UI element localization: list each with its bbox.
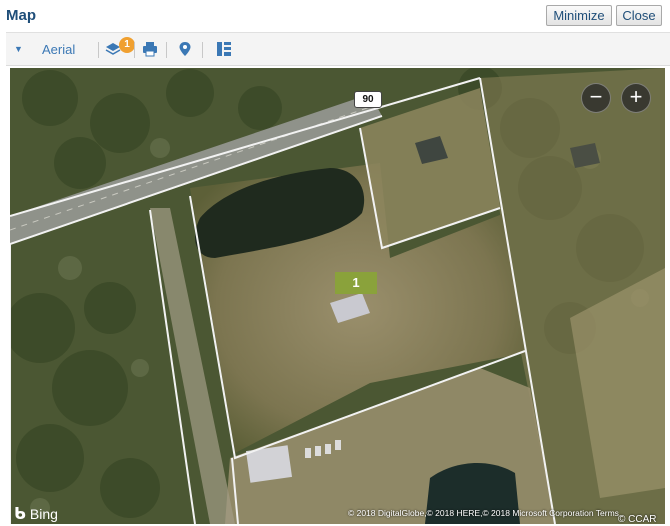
- route-shield: 90: [354, 91, 382, 108]
- list-view-icon: [217, 42, 231, 56]
- map-pin-icon: [179, 42, 191, 56]
- bing-logo: ᑲ Bing: [14, 504, 58, 524]
- toolbar-divider: [202, 42, 203, 58]
- zoom-out-button[interactable]: −: [581, 83, 611, 113]
- toolbar-divider: [98, 42, 99, 58]
- list-view-button[interactable]: [216, 33, 232, 65]
- minimize-button[interactable]: Minimize: [546, 5, 612, 26]
- map-copyright[interactable]: © 2018 DigitalGlobe,© 2018 HERE,© 2018 M…: [348, 508, 619, 518]
- print-button[interactable]: [142, 33, 158, 65]
- close-button[interactable]: Close: [616, 5, 662, 26]
- window-title: Map: [6, 7, 36, 24]
- zoom-in-button[interactable]: +: [621, 83, 651, 113]
- aerial-map[interactable]: 90 1 − + ᑲ Bing © 2018 DigitalGlobe,© 20…: [10, 68, 665, 524]
- ccar-watermark: © CCAR: [618, 514, 657, 524]
- bing-b-icon: ᑲ: [14, 506, 26, 523]
- map-pin-button[interactable]: [178, 33, 192, 65]
- map-style-select[interactable]: Aerial: [42, 33, 75, 65]
- map-toolbar: ▼ Aerial 1: [6, 32, 670, 66]
- property-marker[interactable]: 1: [335, 272, 377, 294]
- toolbar-divider: [166, 42, 167, 58]
- chevron-down-icon[interactable]: ▼: [14, 33, 23, 65]
- bing-logo-text: Bing: [29, 506, 58, 522]
- layers-count-badge: 1: [119, 37, 135, 53]
- aerial-imagery: [10, 68, 665, 524]
- print-icon: [143, 42, 157, 57]
- window-title-bar: Map Minimize Close: [0, 0, 670, 32]
- toolbar-divider: [134, 42, 135, 58]
